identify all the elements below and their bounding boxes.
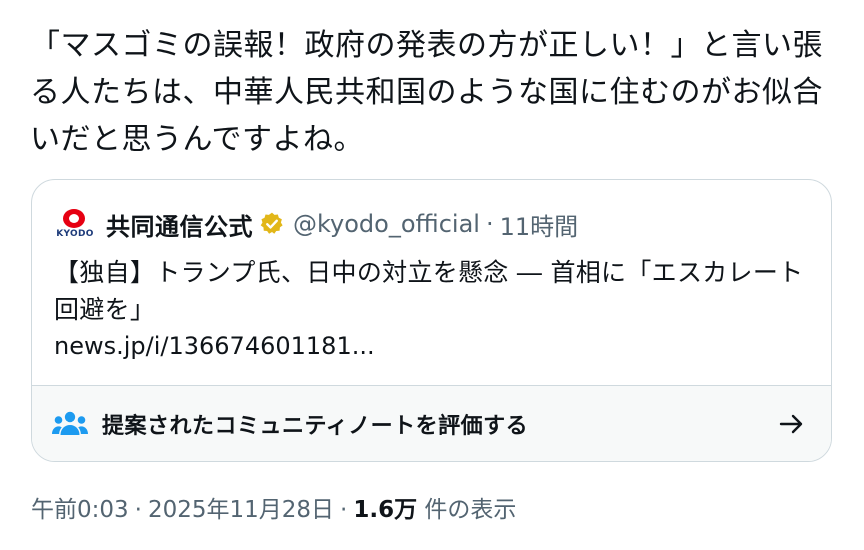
views-count[interactable]: 1.6万 <box>353 497 417 523</box>
kyodo-logo-icon <box>63 209 85 228</box>
community-note-label: 提案されたコミュニティノートを評価する <box>102 413 529 439</box>
quoted-tweet-card[interactable]: KYODO 共同通信公式 @kyodo_official · 11時間 【独自】… <box>31 179 832 462</box>
verified-badge-icon <box>260 212 283 234</box>
meta-separator: · <box>134 497 142 523</box>
tweet-time[interactable]: 午前0:03 <box>31 497 129 523</box>
tweet-text: 「マスゴミの誤報！政府の発表の方が正しい！」と言い張る人たちは、中華人民共和国の… <box>30 28 823 157</box>
header-separator: · <box>485 210 494 238</box>
tweet-meta: 午前0:03 · 2025年11月28日 · 1.6万 件の表示 <box>31 494 516 526</box>
quoted-author-handle[interactable]: @kyodo_official <box>293 210 480 238</box>
quoted-author-name[interactable]: 共同通信公式 <box>106 207 253 242</box>
quoted-tweet-link[interactable]: news.jp/i/136674601181... <box>54 331 375 361</box>
community-note-prompt[interactable]: 提案されたコミュニティノートを評価する <box>32 385 831 461</box>
views-label[interactable]: 件の表示 <box>424 497 516 523</box>
arrow-right-icon <box>779 414 803 433</box>
kyodo-logo-avatar[interactable]: KYODO <box>54 207 96 241</box>
quoted-tweet-time[interactable]: 11時間 <box>500 207 579 242</box>
tweet-date[interactable]: 2025年11月28日 <box>148 497 334 523</box>
meta-separator: · <box>340 497 348 523</box>
quoted-tweet-header: KYODO 共同通信公式 @kyodo_official · 11時間 <box>54 204 578 244</box>
people-icon <box>52 411 88 435</box>
quoted-tweet-body: 【独自】トランプ氏、日中の対立を懸念 ― 首相に「エスカレート回避を」 <box>54 258 804 324</box>
kyodo-logo-text: KYODO <box>56 229 94 239</box>
